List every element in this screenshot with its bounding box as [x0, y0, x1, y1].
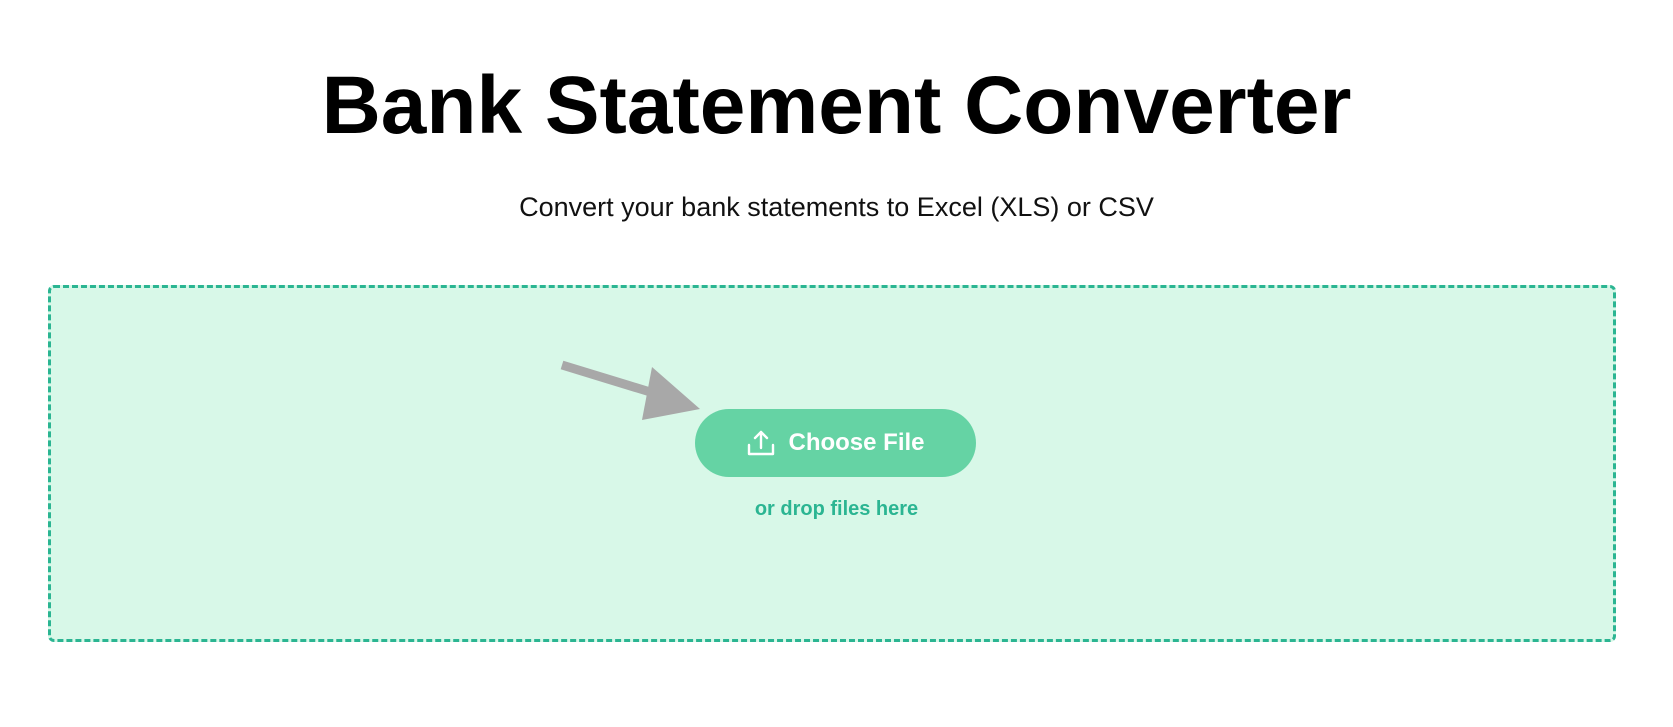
drop-files-hint: or drop files here: [754, 498, 919, 520]
page-subtitle: Convert your bank statements to Excel (X…: [519, 192, 1154, 222]
page-title: Bank Statement Converter: [321, 60, 1352, 151]
page: Bank Statement Converter Convert your ba…: [0, 0, 1673, 727]
arrow-pointer-icon: [560, 360, 700, 420]
choose-file-button[interactable]: Choose File: [695, 409, 976, 477]
choose-file-button-label: Choose File: [788, 429, 925, 456]
upload-icon: [748, 430, 775, 456]
